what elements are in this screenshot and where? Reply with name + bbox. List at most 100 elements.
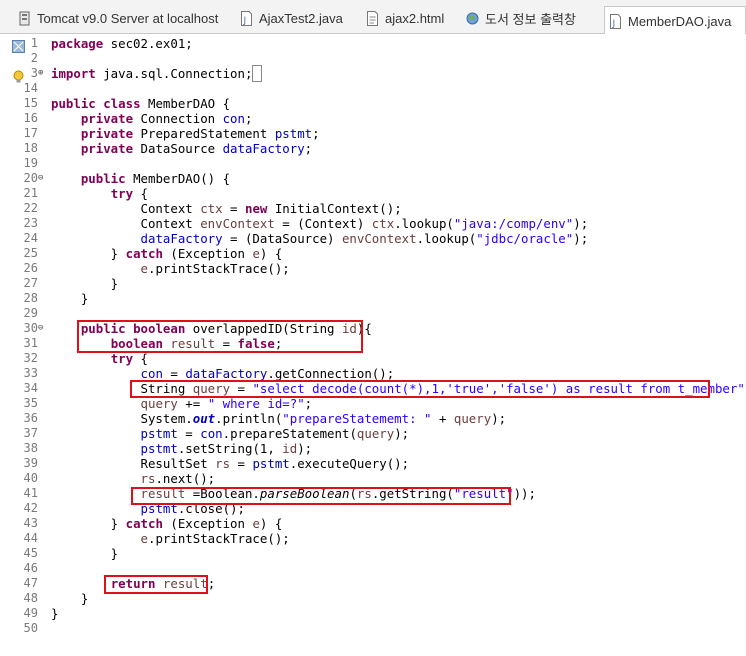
line-number: 3 (30, 66, 38, 80)
code-line[interactable]: 30 ⊖ public boolean overlappedID(String i… (0, 321, 746, 336)
line-number: 38 (23, 441, 38, 455)
line-number: 21 (23, 186, 38, 200)
code-line[interactable]: 33 con = dataFactory.getConnection(); (0, 366, 746, 381)
code-line[interactable]: 40 rs.next(); (0, 471, 746, 486)
code-line[interactable]: 42 pstmt.close(); (0, 501, 746, 516)
tab-label: 도서 정보 출력창 (485, 11, 576, 27)
code-line[interactable]: 50 (0, 621, 746, 636)
line-number: 29 (23, 306, 38, 320)
code-text: } (51, 276, 119, 291)
tab-ajax2-html[interactable]: ajax2.html (362, 4, 448, 32)
code-line[interactable]: 43 } catch (Exception e) { (0, 516, 746, 531)
code-text: pstmt.setString(1, id); (140, 441, 313, 456)
code-editor[interactable]: 1 package sec02.ex01; 2 3 ⊕ import java.sql.C… (0, 34, 746, 656)
code-line[interactable]: 19 (0, 156, 746, 171)
code-line[interactable]: 49} (0, 606, 746, 621)
code-text: try { (110, 351, 148, 366)
line-number: 14 (23, 81, 38, 95)
line-number: 45 (23, 546, 38, 560)
code-text: } (51, 291, 89, 306)
code-text: dataFactory = (DataSource) envContext.lo… (140, 231, 589, 246)
code-line[interactable]: 20 ⊖ public MemberDAO() { (0, 171, 746, 186)
line-number: 49 (23, 606, 38, 620)
tab-book-info-window[interactable]: 도서 정보 출력창 (462, 4, 580, 32)
code-text: result =Boolean.parseBoolean(rs.getStrin… (140, 486, 536, 501)
code-text: package sec02.ex01; (51, 36, 193, 51)
code-line[interactable]: 34 String query = "select decode(count(*… (0, 381, 746, 396)
collapse-fold-icon[interactable]: ⊖ (38, 324, 46, 333)
code-line[interactable]: 32 try { (0, 351, 746, 366)
line-number: 2 (30, 51, 38, 65)
svg-text:J: J (612, 19, 616, 29)
code-text: Context ctx = new InitialContext(); (51, 201, 402, 216)
line-number: 30 (23, 321, 38, 335)
code-line[interactable]: 48 } (0, 591, 746, 606)
tab-label: MemberDAO.java (628, 13, 732, 29)
code-line[interactable]: 22 Context ctx = new InitialContext(); (0, 201, 746, 216)
code-line[interactable]: 24 dataFactory = (DataSource) envContext… (0, 231, 746, 246)
code-line[interactable]: 47 return result; (0, 576, 746, 591)
line-number: 43 (23, 516, 38, 530)
code-line[interactable]: 39 ResultSet rs = pstmt.executeQuery(); (0, 456, 746, 471)
code-line[interactable]: 41 result =Boolean.parseBoolean(rs.getSt… (0, 486, 746, 501)
line-number: 48 (23, 591, 38, 605)
code-line[interactable]: 26 e.printStackTrace(); (0, 261, 746, 276)
code-line[interactable]: 38 pstmt.setString(1, id); (0, 441, 746, 456)
code-line[interactable]: 18 private DataSource dataFactory; (0, 141, 746, 156)
expand-fold-icon[interactable]: ⊕ (38, 69, 46, 78)
code-line[interactable]: 17 private PreparedStatement pstmt; (0, 126, 746, 141)
code-line[interactable]: 15 public class MemberDAO { (0, 96, 746, 111)
code-line[interactable]: 14 (0, 81, 746, 96)
code-line[interactable]: 45 } (0, 546, 746, 561)
line-number: 18 (23, 141, 38, 155)
tab-label: Tomcat v9.0 Server at localhost (37, 10, 219, 26)
code-line[interactable]: 23 Context envContext = (Context) ctx.lo… (0, 216, 746, 231)
code-line[interactable]: 29 (0, 306, 746, 321)
code-line[interactable]: 35 query += " where id=?"; (0, 396, 746, 411)
code-line[interactable]: 3 ⊕ import java.sql.Connection; (0, 65, 746, 82)
java-file-icon: J (240, 10, 253, 26)
editor-tab-bar: Tomcat v9.0 Server at localhost J AjaxTe… (0, 0, 746, 35)
code-text: public MemberDAO() { (80, 171, 231, 186)
html-file-icon (366, 10, 379, 26)
code-text: public class MemberDAO { (51, 96, 231, 111)
line-number: 27 (23, 276, 38, 290)
code-text: pstmt.close(); (140, 501, 245, 516)
code-text: e.printStackTrace(); (140, 261, 290, 276)
line-number: 36 (23, 411, 38, 425)
code-text: pstmt = con.prepareStatement(query); (140, 426, 410, 441)
code-line[interactable]: 16 private Connection con; (0, 111, 746, 126)
tab-ajaxtest2[interactable]: J AjaxTest2.java (236, 4, 347, 32)
code-text: System.out.println("prepareStatememt: " … (51, 411, 507, 426)
code-text: return result; (110, 576, 216, 591)
line-number: 32 (23, 351, 38, 365)
code-text: } (51, 606, 59, 621)
line-number: 28 (23, 291, 38, 305)
code-line[interactable]: 25 } catch (Exception e) { (0, 246, 746, 261)
code-line[interactable]: 21 try { (0, 186, 746, 201)
code-line[interactable]: 28 } (0, 291, 746, 306)
line-number: 34 (23, 381, 38, 395)
tab-tomcat-server[interactable]: Tomcat v9.0 Server at localhost (14, 4, 222, 32)
line-number: 16 (23, 111, 38, 125)
code-text: private DataSource dataFactory; (80, 141, 313, 156)
line-number: 31 (23, 336, 38, 350)
code-line[interactable]: 44 e.printStackTrace(); (0, 531, 746, 546)
code-line[interactable]: 46 (0, 561, 746, 576)
code-text: } (51, 591, 89, 606)
line-number: 17 (23, 126, 38, 140)
line-number: 26 (23, 261, 38, 275)
code-line[interactable]: 37 pstmt = con.prepareStatement(query); (0, 426, 746, 441)
code-text: rs.next(); (140, 471, 216, 486)
code-line[interactable]: 2 (0, 51, 746, 66)
code-line[interactable]: 36 System.out.println("prepareStatememt:… (0, 411, 746, 426)
code-line[interactable]: 1 package sec02.ex01; (0, 36, 746, 51)
code-text: private Connection con; (80, 111, 253, 126)
code-text: } catch (Exception e) { (51, 516, 283, 531)
tab-memberdao[interactable]: J MemberDAO.java (604, 6, 746, 35)
code-line[interactable]: 31 boolean result = false; (0, 336, 746, 351)
code-text: private PreparedStatement pstmt; (80, 126, 320, 141)
collapse-fold-icon[interactable]: ⊖ (38, 174, 46, 183)
tab-label: ajax2.html (385, 10, 445, 26)
code-line[interactable]: 27 } (0, 276, 746, 291)
